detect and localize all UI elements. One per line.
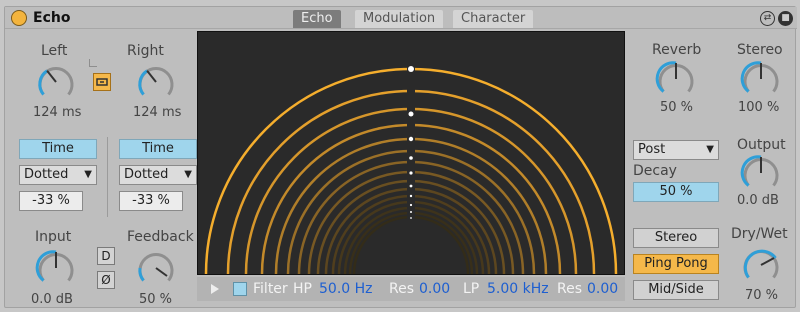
hot-swap-icon[interactable]: ⇄ — [760, 11, 775, 26]
reverb-position-value: Post — [638, 142, 666, 157]
save-preset-icon[interactable]: ■ — [778, 11, 793, 26]
hp-frequency-value[interactable]: 50.0 Hz — [319, 277, 373, 301]
echo-tap-dot — [410, 211, 412, 213]
tab-character[interactable]: Character — [453, 10, 534, 28]
echo-tap-dot — [408, 66, 414, 72]
feedback-label: Feedback — [127, 229, 194, 245]
reverb-value: 50 % — [660, 100, 694, 115]
hp-label: HP — [293, 281, 312, 297]
decay-field[interactable]: 50 % — [633, 182, 719, 202]
input-value: 0.0 dB — [31, 292, 73, 307]
reverb-knob[interactable] — [655, 58, 697, 100]
device-title-bar: Echo Echo Modulation Character ⇄ ■ — [5, 7, 797, 29]
echo-tap-dot — [410, 217, 412, 219]
input-knob[interactable] — [35, 247, 77, 289]
tab-modulation[interactable]: Modulation — [355, 10, 444, 28]
right-delay-value: 124 ms — [133, 105, 182, 120]
input-label: Input — [35, 229, 72, 245]
echo-tap-dot — [408, 136, 414, 142]
filter-bar: Filter HP 50.0 Hz Res 0.00 LP 5.00 kHz R… — [197, 277, 625, 301]
chain-link-icon[interactable] — [93, 73, 111, 91]
dry-wet-value: 70 % — [745, 288, 779, 303]
tab-echo[interactable]: Echo — [293, 10, 341, 28]
echo-tunnel-display — [197, 31, 625, 275]
chevron-down-icon: ▼ — [84, 169, 92, 180]
right-delay-label: Right — [127, 43, 164, 59]
output-knob[interactable] — [740, 152, 782, 194]
lp-res-value[interactable]: 0.00 — [587, 277, 618, 301]
decay-label: Decay — [633, 163, 677, 179]
output-value: 0.0 dB — [737, 193, 779, 208]
left-time-mode-button[interactable]: Time — [19, 139, 97, 159]
link-bracket — [89, 59, 97, 67]
phase-invert-button[interactable]: Ø — [97, 271, 115, 289]
left-sync-select[interactable]: Dotted ▼ — [19, 165, 97, 185]
device-title: Echo — [33, 10, 71, 26]
right-sync-select[interactable]: Dotted ▼ — [119, 165, 197, 185]
hp-res-label: Res — [389, 281, 415, 297]
right-delay-knob[interactable] — [135, 61, 177, 103]
right-time-mode-button[interactable]: Time — [119, 139, 197, 159]
echo-tap-dot — [409, 203, 413, 207]
stereo-width-value: 100 % — [738, 100, 780, 115]
left-delay-label: Left — [41, 43, 68, 59]
right-offset-field[interactable]: -33 % — [119, 191, 183, 211]
dc-filter-button[interactable]: D — [97, 247, 115, 265]
chevron-down-icon: ▼ — [706, 144, 714, 155]
mode-mid-side-button[interactable]: Mid/Side — [633, 280, 719, 300]
echo-tap-dot — [409, 184, 413, 188]
stereo-width-label: Stereo — [737, 42, 783, 58]
feedback-knob[interactable] — [135, 247, 177, 289]
hp-res-value[interactable]: 0.00 — [419, 277, 450, 301]
lp-label: LP — [463, 281, 480, 297]
stereo-width-knob[interactable] — [740, 58, 782, 100]
left-delay-value: 124 ms — [33, 105, 82, 120]
echo-tap-dot — [409, 156, 413, 160]
echo-tap-dot — [408, 111, 414, 117]
left-sync-select-value: Dotted — [24, 167, 69, 182]
dry-wet-label: Dry/Wet — [731, 226, 788, 242]
echo-tunnel-visualization — [204, 32, 618, 275]
mode-stereo-button[interactable]: Stereo — [633, 228, 719, 248]
lp-res-label: Res — [557, 281, 583, 297]
filter-toggle-checkbox[interactable] — [233, 282, 247, 296]
reverb-label: Reverb — [652, 42, 702, 58]
echo-tap-dot — [409, 194, 413, 198]
left-offset-field[interactable]: -33 % — [19, 191, 83, 211]
lp-frequency-value[interactable]: 5.00 kHz — [487, 277, 549, 301]
mode-ping-pong-button[interactable]: Ping Pong — [633, 254, 719, 274]
power-icon[interactable] — [11, 10, 27, 26]
left-delay-knob[interactable] — [35, 61, 77, 103]
reverb-position-select[interactable]: Post ▼ — [633, 140, 719, 160]
chevron-down-icon: ▼ — [184, 169, 192, 180]
channel-divider — [107, 137, 108, 217]
play-icon[interactable] — [211, 284, 219, 294]
filter-label: Filter — [253, 281, 288, 297]
output-label: Output — [737, 137, 786, 153]
right-sync-select-value: Dotted — [124, 167, 169, 182]
feedback-value: 50 % — [139, 292, 173, 307]
echo-tap-dot — [409, 171, 413, 175]
dry-wet-knob[interactable] — [740, 244, 782, 286]
